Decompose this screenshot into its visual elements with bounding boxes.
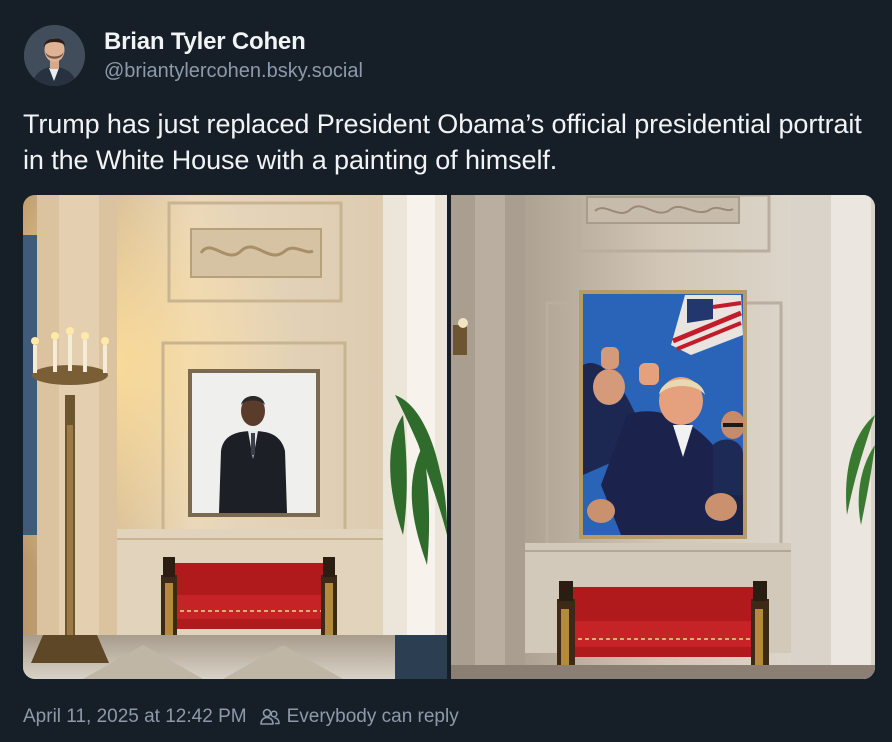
post-text: Trump has just replaced President Obama’… bbox=[23, 109, 862, 175]
photo-obama-portrait-hallway-icon bbox=[23, 195, 447, 679]
avatar[interactable] bbox=[24, 25, 85, 86]
image-right[interactable] bbox=[451, 195, 875, 679]
reply-setting-label[interactable]: Everybody can reply bbox=[287, 706, 459, 728]
post-timestamp[interactable]: April 11, 2025 at 12:42 PM bbox=[23, 706, 247, 728]
profile-photo-icon bbox=[24, 25, 85, 86]
photo-trump-painting-hallway-icon bbox=[451, 195, 875, 679]
author-handle[interactable]: @briantylercohen.bsky.social bbox=[104, 60, 363, 83]
image-left[interactable] bbox=[23, 195, 447, 679]
author-display-name[interactable]: Brian Tyler Cohen bbox=[104, 28, 306, 56]
post-card: Brian Tyler Cohen @briantylercohen.bsky.… bbox=[0, 0, 892, 742]
post-footer: April 11, 2025 at 12:42 PM Everybody can… bbox=[23, 703, 459, 731]
image-grid bbox=[23, 195, 875, 679]
people-icon bbox=[259, 706, 281, 728]
